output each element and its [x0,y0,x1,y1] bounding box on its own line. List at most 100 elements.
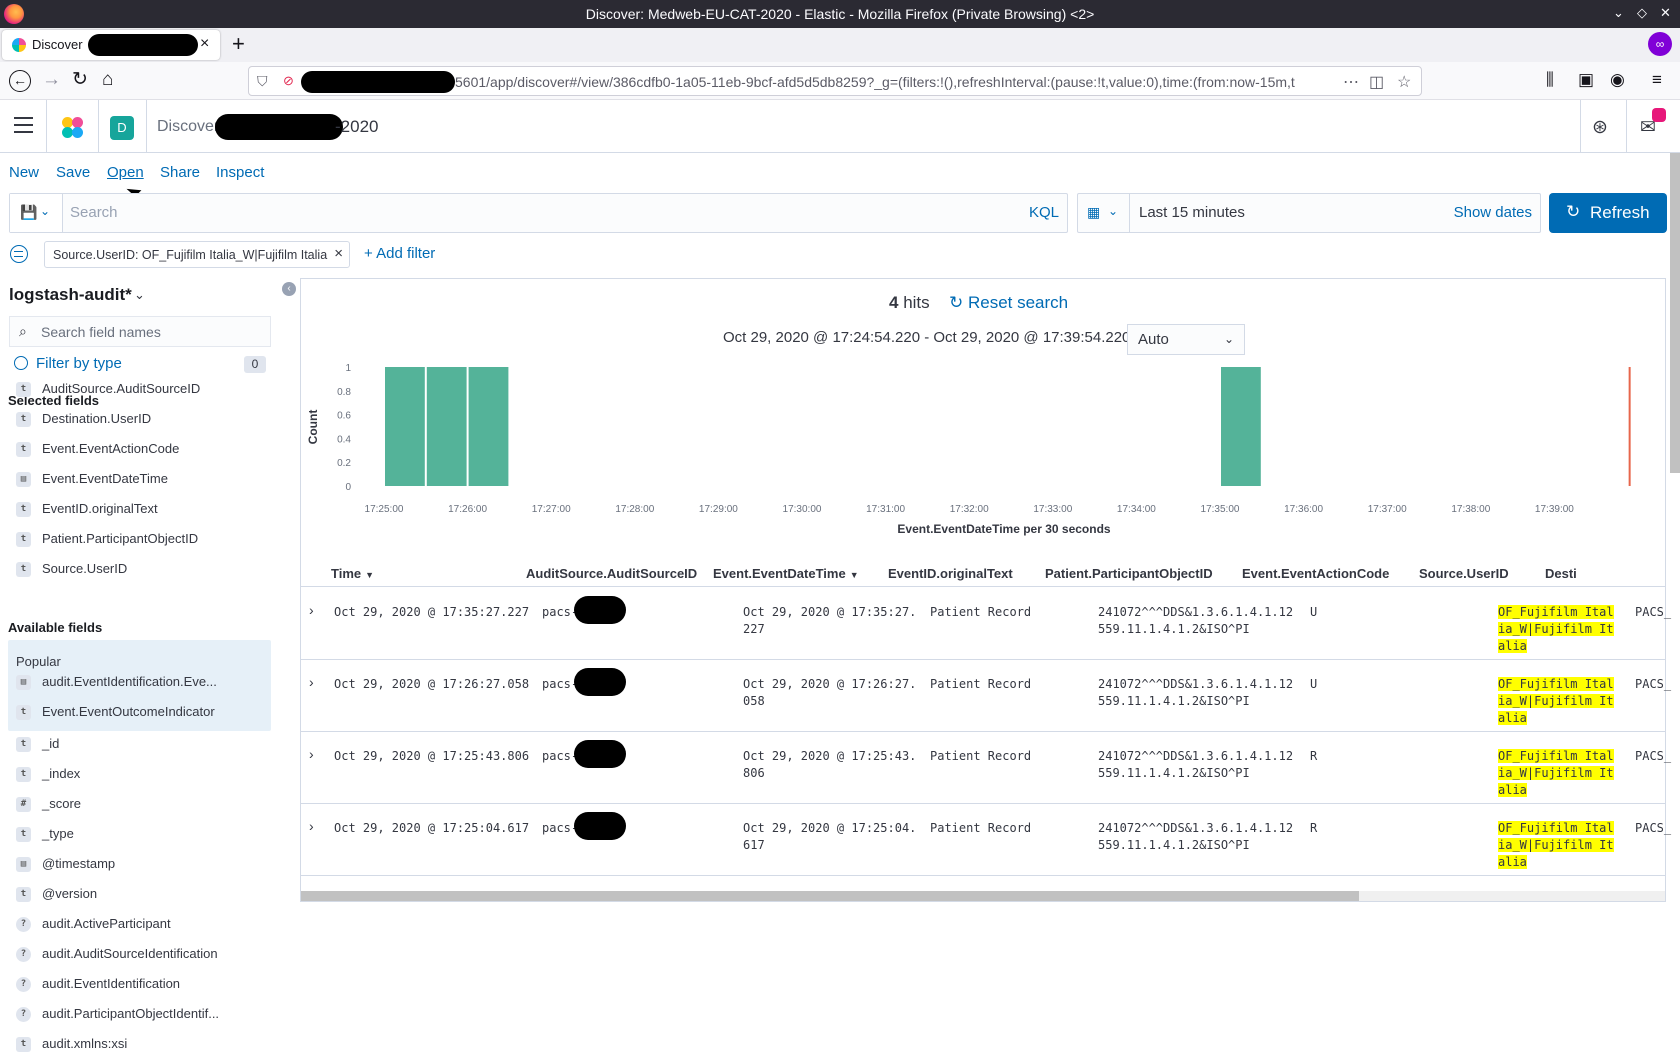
column-header-auditsource[interactable]: AuditSource.AuditSourceID [526,566,697,581]
cell-destination: PACS_ [1635,677,1672,691]
saved-queries-button[interactable]: 💾 ⌄ [10,194,63,232]
y-tick-label: 0.6 [337,411,351,422]
add-filter-button[interactable]: + Add filter [364,245,435,262]
cell-auditsource: pacs- [542,677,579,691]
insecure-lock-icon[interactable]: ⊘ [283,73,294,89]
cell-eventdatetime: Oct 29, 2020 @ 17:26:27. 058 [743,677,917,708]
horizontal-scrollbar-thumb[interactable] [301,891,1359,901]
cell-auditsource: pacs- [542,749,579,763]
breadcrumb-discover[interactable]: Discover [157,118,219,136]
column-header-eventdatetime[interactable]: Event.EventDateTime ▼ [713,566,859,581]
hamburger-menu-icon[interactable] [14,117,33,133]
x-tick-label: 17:38:00 [1451,504,1490,515]
forward-icon[interactable]: → [42,70,61,90]
calendar-icon: ▦ [1087,204,1101,220]
interval-select[interactable]: Auto ⌄ [1127,324,1245,355]
histogram-bar[interactable] [385,367,425,486]
field-type-icon: ? [16,917,31,932]
page-actions-icon[interactable]: ⋯ [1343,72,1359,92]
elastic-logo-icon[interactable] [62,117,84,139]
table-row[interactable]: › Oct 29, 2020 @ 17:35:27.227 pacs- Oct 29,… [301,588,1671,660]
table-row[interactable]: › Oct 29, 2020 @ 17:25:04.617 pacs- Oct 29,… [301,804,1671,876]
expand-row-icon[interactable]: › [309,602,314,618]
column-header-destination[interactable]: Desti [1545,566,1577,581]
tab-close-icon[interactable]: × [200,35,209,53]
reload-icon[interactable]: ↻ [72,70,88,90]
histogram-chart[interactable]: Count 0 0.2 0.4 0.6 0.8 1 17:25:00 17:26:00 17:27… [301,359,1665,559]
navigation-bar: ← → ↻ ⌂ ⛉ ⊘ 5601/app/discover#/view/386c… [0,62,1680,100]
reset-search-button[interactable]: ↻ Reset search [949,293,1068,313]
private-browsing-icon: ∞ [1648,32,1672,56]
page-scrollbar[interactable] [1670,153,1680,473]
menu-new[interactable]: New [9,164,39,181]
library-icon[interactable]: ⫼ [1546,70,1554,90]
expand-row-icon[interactable]: › [309,746,314,762]
expand-row-icon[interactable]: › [309,674,314,690]
table-row[interactable]: › Oct 29, 2020 @ 17:25:43.806 pacs- Oct 29,… [301,732,1671,804]
column-header-source-userid[interactable]: Source.UserID [1419,566,1509,581]
back-icon[interactable]: ← [9,70,31,92]
x-axis-label: Event.EventDateTime per 30 seconds [897,522,1111,536]
browser-tab[interactable]: Discover × [2,30,220,60]
table-row[interactable]: › Oct 29, 2020 @ 17:26:27.058 pacs- Oct 29,… [301,660,1671,732]
breadcrumb-saved-search: -2020 [335,117,379,136]
filter-by-type-button[interactable]: Filter by type [14,355,122,372]
y-tick-label: 0.4 [337,434,351,445]
account-icon[interactable]: ◉ [1610,70,1625,90]
chevron-down-icon[interactable]: ⌄ [134,287,145,303]
cell-source-userid: OF_Fujifilm Ital ia_W|Fujifilm It alia [1498,749,1614,797]
bookmark-star-icon[interactable]: ☆ [1397,72,1411,92]
menu-icon[interactable]: ≡ [1652,70,1662,90]
time-range-label[interactable]: Last 15 minutes [1139,204,1245,221]
field-type-icon: ▤ [16,857,31,872]
tracking-shield-icon[interactable]: ⛉ [257,73,268,90]
column-header-eventactioncode[interactable]: Event.EventActionCode [1242,566,1389,581]
menu-save[interactable]: Save [56,164,90,181]
collapse-sidebar-icon[interactable]: ‹ [282,282,296,296]
space-avatar[interactable]: D [110,116,134,140]
menu-inspect[interactable]: Inspect [216,164,264,181]
sidebar-icon[interactable]: ▣ [1578,70,1594,90]
filter-pill[interactable]: Source.UserID: OF_Fujifilm Italia_W|Fuji… [44,241,350,268]
home-icon[interactable]: ⌂ [102,70,113,90]
field-type-icon: t [16,412,31,427]
y-tick-label: 1 [345,363,351,374]
search-input[interactable]: Search [70,204,118,221]
cell-eventactioncode: R [1310,749,1318,763]
kibana-favicon-icon [12,38,26,52]
show-dates-link[interactable]: Show dates [1454,204,1532,221]
column-header-originaltext[interactable]: EventID.originalText [888,566,1013,581]
histogram-bar[interactable] [426,367,467,486]
close-window-icon[interactable]: ✕ [1660,5,1671,21]
maximize-icon[interactable]: ◇ [1637,5,1647,21]
refresh-button[interactable]: ↻ Refresh [1549,193,1667,233]
help-icon[interactable]: ⊛ [1592,116,1608,139]
expand-row-icon[interactable]: › [309,818,314,834]
field-search-input[interactable]: ⌕ Search field names [9,316,271,347]
histogram-bar[interactable] [468,367,509,486]
filter-options-icon[interactable] [10,245,28,263]
index-pattern-selector[interactable]: logstash-audit* [9,285,132,305]
new-tab-icon[interactable]: + [232,31,245,57]
histogram-bar[interactable] [1221,367,1261,486]
redaction [574,740,626,768]
query-bar: 💾 ⌄ Search KQL [9,193,1068,233]
url-bar[interactable]: ⛉ ⊘ 5601/app/discover#/view/386cdfb0-1a0… [248,66,1422,96]
remove-filter-icon[interactable]: × [334,245,343,262]
y-tick-label: 0.8 [337,387,351,398]
cell-auditsource: pacs- [542,605,579,619]
tab-strip: Discover × + ∞ [0,28,1680,62]
search-icon: ⌕ [19,323,27,339]
quick-select-button[interactable]: ▦ ⌄ [1078,194,1130,232]
column-header-time[interactable]: Time ▼ [331,566,374,581]
window-title: Discover: Medweb-EU-CAT-2020 - Elastic -… [585,6,1095,22]
minimize-icon[interactable]: ⌄ [1613,5,1624,21]
x-tick-label: 17:36:00 [1284,504,1323,515]
pocket-icon[interactable]: ◫ [1369,72,1384,92]
kql-toggle[interactable]: KQL [1029,204,1059,221]
url-text[interactable]: 5601/app/discover#/view/386cdfb0-1a05-11… [455,74,1325,90]
menu-share[interactable]: Share [160,164,200,181]
notification-badge [1652,108,1666,122]
cell-source-userid: OF_Fujifilm Ital ia_W|Fujifilm It alia [1498,677,1614,725]
column-header-participantobjectid[interactable]: Patient.ParticipantObjectID [1045,566,1213,581]
